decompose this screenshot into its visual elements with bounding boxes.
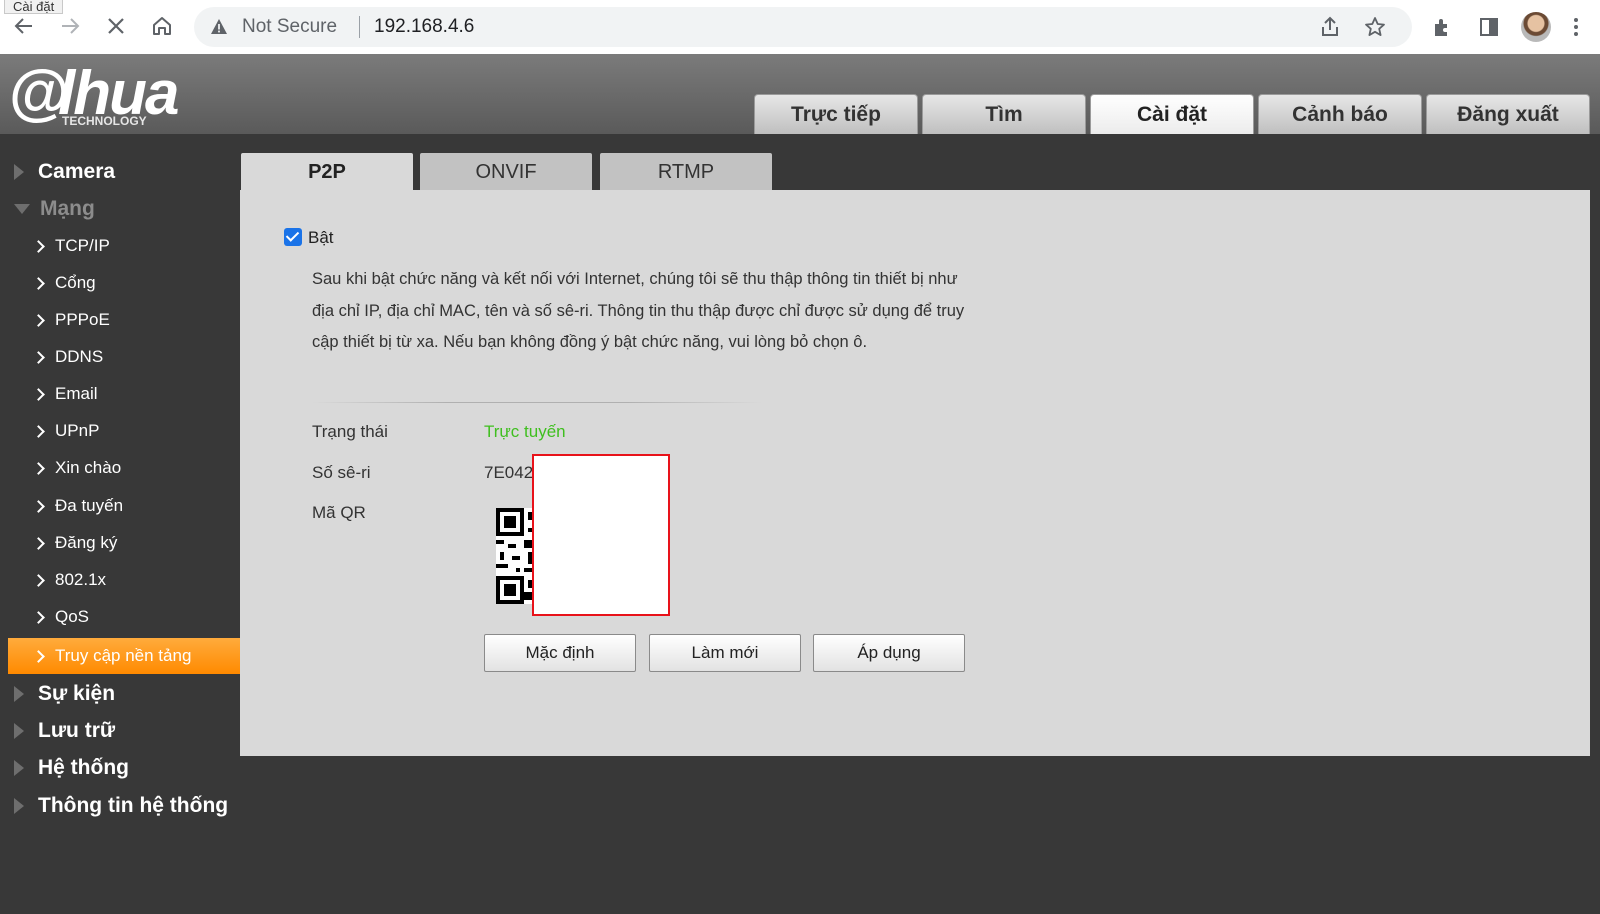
- serial-value: 7E042: [484, 463, 534, 482]
- refresh-button[interactable]: Làm mới: [649, 634, 801, 672]
- forward-icon[interactable]: [56, 12, 84, 40]
- collapsed-arrow-icon: [14, 798, 24, 814]
- chevron-right-icon: [32, 461, 45, 475]
- chevron-right-icon: [32, 610, 45, 624]
- tab-canh-bao[interactable]: Cảnh báo: [1258, 94, 1422, 134]
- stop-icon[interactable]: [102, 12, 130, 40]
- address-bar[interactable]: Not Secure 192.168.4.6: [194, 7, 1412, 47]
- sidebar-item-cong[interactable]: Cổng: [8, 265, 240, 301]
- tab-truc-tiep[interactable]: Trực tiếp: [754, 94, 918, 134]
- chevron-right-icon: [32, 276, 45, 290]
- enable-label[interactable]: Bật: [308, 228, 334, 248]
- collapsed-arrow-icon: [14, 760, 24, 776]
- star-icon[interactable]: [1364, 16, 1386, 38]
- tab-cai-dat[interactable]: Cài đặt: [1090, 94, 1254, 134]
- chevron-right-icon: [32, 387, 45, 401]
- status-label: Trạng thái: [312, 422, 388, 441]
- chevron-right-icon: [32, 239, 45, 253]
- privacy-notice: Sau khi bật chức năng và kết nối với Int…: [312, 270, 965, 351]
- share-icon[interactable]: [1319, 16, 1341, 38]
- sidebar-item-label: Email: [55, 384, 98, 403]
- warning-icon[interactable]: [210, 18, 228, 36]
- sidebar-item-label: UPnP: [55, 421, 100, 440]
- sidebar-item-label: Xin chào: [55, 458, 122, 477]
- tab-rtmp[interactable]: RTMP: [600, 153, 772, 191]
- sidebar-item-tcpip[interactable]: TCP/IP: [8, 228, 240, 264]
- tab-p2p[interactable]: P2P: [241, 153, 413, 191]
- logo-subtitle: TECHNOLOGY: [62, 114, 147, 128]
- collapsed-arrow-icon: [14, 723, 24, 739]
- sidebar-item-label: Đăng ký: [55, 533, 118, 552]
- chevron-right-icon: [32, 649, 45, 663]
- chevron-right-icon: [32, 350, 45, 364]
- sidebar-group-label: Lưu trữ: [38, 719, 116, 742]
- chevron-right-icon: [32, 424, 45, 438]
- profile-avatar[interactable]: [1521, 12, 1551, 42]
- sidebar-item-email[interactable]: Email: [8, 376, 240, 412]
- sidebar-item-label: Cổng: [55, 273, 96, 292]
- back-icon[interactable]: [10, 12, 38, 40]
- sidebar-item-pppoe[interactable]: PPPoE: [8, 302, 240, 338]
- apply-button[interactable]: Áp dụng: [813, 634, 965, 672]
- qr-label: Mã QR: [312, 503, 366, 522]
- default-button[interactable]: Mặc định: [484, 634, 636, 672]
- section-divider: [312, 402, 762, 403]
- sidebar-item-label: QoS: [55, 607, 90, 626]
- tab-tim[interactable]: Tìm: [922, 94, 1086, 134]
- sidebar-item-qos[interactable]: QoS: [8, 599, 240, 635]
- status-value: Trực tuyến: [484, 422, 566, 441]
- sidebar-item-label: PPPoE: [55, 310, 110, 329]
- home-icon[interactable]: [148, 12, 176, 40]
- collapsed-arrow-icon: [14, 686, 24, 702]
- expanded-arrow-icon: [14, 204, 30, 214]
- chevron-right-icon: [32, 573, 45, 587]
- sidebar-item-label: Truy cập nền tảng: [55, 646, 192, 665]
- dahua-logo: @ lhua TECHNOLOGY: [8, 56, 223, 132]
- browser-toolbar: Cài đặt Not Secure 192.168.4.6: [0, 0, 1600, 54]
- redaction-box: [532, 454, 670, 616]
- sidebar-item-label: TCP/IP: [55, 236, 110, 255]
- sidebar-item-ddns[interactable]: DDNS: [8, 339, 240, 375]
- sidebar-item-xin-chao[interactable]: Xin chào: [8, 450, 240, 486]
- tab-dang-xuat[interactable]: Đăng xuất: [1426, 94, 1590, 134]
- sidebar-group-label: Thông tin hệ thống: [38, 794, 229, 817]
- sidebar-group-label: Hệ thống: [38, 756, 129, 779]
- chevron-right-icon: [32, 536, 45, 550]
- enable-checkbox[interactable]: [284, 228, 302, 246]
- sidebar-group-luu-tru[interactable]: Lưu trữ: [14, 716, 115, 746]
- url-text[interactable]: 192.168.4.6: [374, 16, 474, 38]
- sidebar-group-label: Camera: [38, 160, 116, 183]
- extensions-icon[interactable]: [1432, 16, 1454, 38]
- sidebar-item-truy-cap-nen-tang[interactable]: Truy cập nền tảng: [8, 638, 240, 674]
- tab-onvif[interactable]: ONVIF: [420, 153, 592, 191]
- sidebar-item-da-tuyen[interactable]: Đa tuyến: [8, 488, 240, 524]
- chevron-right-icon: [32, 499, 45, 513]
- sidebar-group-label: Sự kiện: [38, 682, 116, 705]
- sidebar-group-su-kien[interactable]: Sự kiện: [14, 679, 115, 709]
- sidebar-group-he-thong[interactable]: Hệ thống: [14, 753, 129, 783]
- security-label[interactable]: Not Secure: [242, 16, 337, 38]
- omnibox-divider: [359, 16, 360, 38]
- sidebar-group-thong-tin-he-thong[interactable]: Thông tin hệ thống: [14, 791, 228, 821]
- serial-label: Số sê-ri: [312, 463, 371, 482]
- sidebar-item-label: DDNS: [55, 347, 104, 366]
- sidebar-item-label: Đa tuyến: [55, 496, 124, 515]
- sidebar-group-mang[interactable]: Mạng: [14, 194, 95, 224]
- sidebar-item-dang-ky[interactable]: Đăng ký: [8, 525, 240, 561]
- sidepanel-icon[interactable]: [1478, 16, 1500, 38]
- menu-icon[interactable]: [1572, 16, 1580, 38]
- chevron-right-icon: [32, 313, 45, 327]
- sidebar-group-camera[interactable]: Camera: [14, 157, 115, 187]
- collapsed-arrow-icon: [14, 164, 24, 180]
- sidebar-item-8021x[interactable]: 802.1x: [8, 562, 240, 598]
- sidebar-item-upnp[interactable]: UPnP: [8, 413, 240, 449]
- sidebar-item-label: 802.1x: [55, 570, 107, 589]
- sidebar-group-label: Mạng: [40, 197, 95, 220]
